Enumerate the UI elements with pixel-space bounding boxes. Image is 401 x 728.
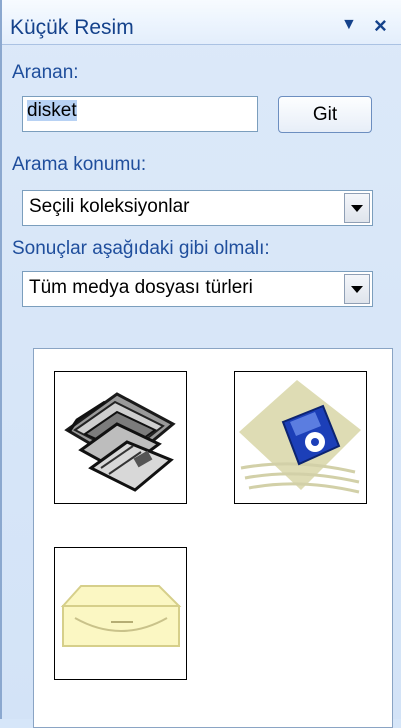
results-type-value: Tüm medya dosyası türleri — [29, 277, 253, 298]
chevron-down-icon[interactable] — [344, 193, 370, 223]
search-input[interactable]: disket — [22, 96, 258, 132]
search-input-value: disket — [27, 100, 77, 121]
results-type-label: Sonuçlar aşağıdaki gibi olmalı: — [12, 238, 270, 259]
pane-close-icon[interactable]: × — [374, 13, 387, 39]
search-label: Aranan: — [12, 62, 79, 83]
pane-title-bar: Küçük Resim ▼ × — [2, 0, 401, 45]
results-type-select[interactable]: Tüm medya dosyası türleri — [22, 271, 373, 307]
result-thumbnail-1[interactable] — [54, 371, 187, 504]
results-list — [33, 348, 393, 728]
disk-drive-clipart-icon — [60, 585, 182, 647]
search-location-select[interactable]: Seçili koleksiyonlar — [22, 190, 373, 226]
chevron-down-icon[interactable] — [344, 274, 370, 304]
result-thumbnail-2[interactable] — [234, 371, 367, 504]
result-thumbnail-3[interactable] — [54, 547, 187, 680]
pane-menu-arrow-icon[interactable]: ▼ — [341, 16, 357, 34]
pane-title: Küçük Resim — [10, 16, 134, 39]
blue-floppy-clipart-icon — [239, 380, 361, 494]
clip-art-task-pane: Küçük Resim ▼ × Aranan: disket Git Arama… — [0, 0, 401, 728]
floppy-disks-clipart-icon — [64, 392, 176, 492]
go-button[interactable]: Git — [278, 96, 372, 133]
search-location-value: Seçili koleksiyonlar — [29, 196, 190, 217]
search-location-label: Arama konumu: — [12, 154, 147, 175]
